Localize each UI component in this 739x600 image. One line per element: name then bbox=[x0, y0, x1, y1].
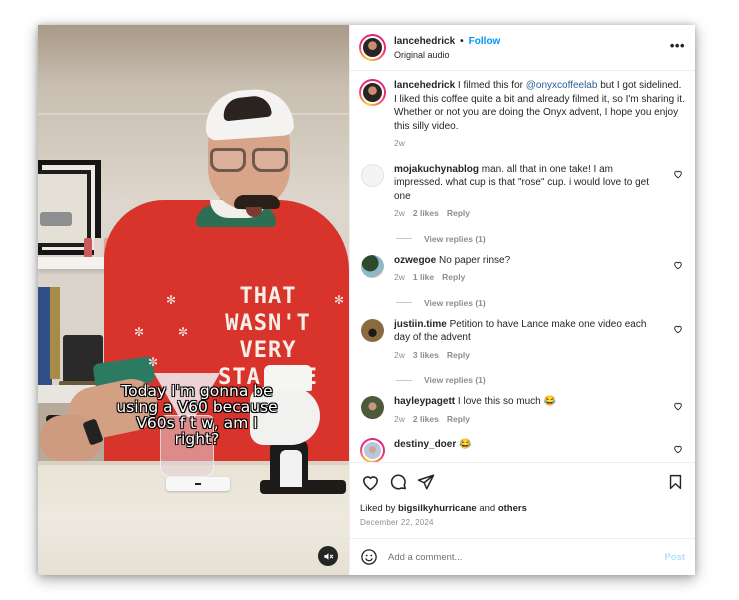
commenter-avatar[interactable] bbox=[361, 396, 384, 419]
comment-likes[interactable]: 2 likes bbox=[413, 207, 439, 221]
comment-item: justiin.time Petition to have Lance make… bbox=[359, 318, 685, 363]
heart-icon bbox=[362, 475, 378, 491]
comment-likes[interactable]: 2 likes bbox=[413, 413, 439, 427]
separator-dot: • bbox=[460, 35, 464, 47]
commenter-avatar[interactable] bbox=[361, 254, 384, 278]
comment-item: ozwegoe No paper rinse? 2w 1 like Reply bbox=[359, 254, 685, 285]
video-scale bbox=[166, 477, 230, 491]
liked-by-others[interactable]: others bbox=[498, 503, 527, 514]
reply-button[interactable]: Reply bbox=[442, 271, 465, 285]
follow-button[interactable]: Follow bbox=[469, 36, 501, 47]
post-comment-button[interactable]: Post bbox=[664, 552, 685, 563]
paper-plane-icon bbox=[417, 474, 435, 490]
post-caption: lancehedrick I filmed this for @onyxcoff… bbox=[359, 79, 685, 151]
view-replies-button[interactable]: View replies (1) bbox=[396, 234, 685, 244]
save-button[interactable] bbox=[665, 472, 685, 492]
reply-button[interactable]: Reply bbox=[447, 413, 470, 427]
video-subtitle: Today I'm gonna be using a V60 because V… bbox=[116, 382, 278, 448]
author-avatar[interactable] bbox=[359, 34, 386, 61]
caption-text-line2: Whether or not you are doing the Onyx ad… bbox=[394, 107, 679, 132]
bookmark-icon bbox=[669, 474, 681, 490]
add-comment-input[interactable] bbox=[388, 551, 665, 563]
speaker-muted-icon bbox=[323, 552, 333, 560]
liked-by-user[interactable]: bigsilkyhurricane bbox=[398, 503, 477, 514]
comment-time[interactable]: 2w bbox=[394, 349, 405, 363]
commenter-username[interactable]: mojakuchynablog bbox=[394, 164, 479, 175]
comment-item: destiny_doer 😂 bbox=[359, 438, 685, 462]
instagram-post-modal: THAT WASN'T VERY STA-B_E ✻ ✻ ✼ ✼ ✼ Today… bbox=[38, 25, 695, 575]
comment-text: 😂 bbox=[456, 439, 472, 450]
comment-item: mojakuchynablog man. all that in one tak… bbox=[359, 163, 685, 221]
reply-button[interactable]: Reply bbox=[447, 207, 470, 221]
post-video[interactable]: THAT WASN'T VERY STA-B_E ✻ ✻ ✼ ✼ ✼ Today… bbox=[38, 25, 349, 575]
add-comment-bar: Post bbox=[350, 538, 695, 575]
post-side-panel: lancehedrick • Follow Original audio •••… bbox=[349, 25, 695, 575]
comment-item: hayleypagett I love this so much 😂 2w 2 … bbox=[359, 395, 685, 426]
like-button[interactable] bbox=[360, 472, 380, 492]
like-comment-heart-icon[interactable] bbox=[673, 169, 683, 179]
like-comment-heart-icon[interactable] bbox=[673, 444, 683, 454]
author-username[interactable]: lancehedrick bbox=[394, 36, 455, 47]
comment-likes[interactable]: 1 like bbox=[413, 271, 434, 285]
comments-list[interactable]: lancehedrick I filmed this for @onyxcoff… bbox=[350, 71, 695, 462]
post-date[interactable]: December 22, 2024 bbox=[360, 518, 685, 527]
commenter-username[interactable]: justiin.time bbox=[394, 319, 447, 330]
video-person-glasses bbox=[210, 148, 292, 174]
comment-time[interactable]: 2w bbox=[394, 271, 405, 285]
caption-username[interactable]: lancehedrick bbox=[394, 80, 455, 91]
like-comment-heart-icon[interactable] bbox=[673, 324, 683, 334]
caption-text: I filmed this for bbox=[455, 80, 526, 91]
post-header: lancehedrick • Follow Original audio ••• bbox=[350, 25, 695, 71]
comment-text: I love this so much 😂 bbox=[455, 396, 556, 407]
mention-link[interactable]: @onyxcoffeelab bbox=[526, 80, 598, 91]
comment-bubble-icon bbox=[390, 474, 406, 489]
comment-time[interactable]: 2w bbox=[394, 413, 405, 427]
reply-button[interactable]: Reply bbox=[447, 349, 470, 363]
share-button[interactable] bbox=[416, 472, 436, 492]
commenter-avatar[interactable] bbox=[361, 163, 384, 187]
commenter-username[interactable]: ozwegoe bbox=[394, 255, 436, 266]
comment-text: No paper rinse? bbox=[436, 254, 511, 266]
mute-toggle-button[interactable] bbox=[318, 546, 338, 566]
post-actions: Liked by bigsilkyhurricane and others De… bbox=[350, 462, 695, 538]
caption-author-avatar[interactable] bbox=[359, 79, 386, 106]
comment-button[interactable] bbox=[388, 472, 408, 492]
emoji-picker-icon[interactable] bbox=[360, 548, 378, 566]
caption-time[interactable]: 2w bbox=[394, 137, 405, 151]
commenter-username[interactable]: hayleypagett bbox=[394, 396, 455, 407]
more-options-button[interactable]: ••• bbox=[670, 38, 685, 58]
commenter-avatar[interactable] bbox=[361, 318, 384, 342]
comment-time[interactable]: 2w bbox=[394, 207, 405, 221]
comment-likes[interactable]: 3 likes bbox=[413, 349, 439, 363]
commenter-avatar[interactable] bbox=[360, 438, 385, 462]
audio-link[interactable]: Original audio bbox=[394, 50, 670, 60]
like-comment-heart-icon[interactable] bbox=[673, 260, 683, 270]
like-comment-heart-icon[interactable] bbox=[673, 401, 683, 411]
view-replies-button[interactable]: View replies (1) bbox=[396, 375, 685, 385]
liked-by: Liked by bigsilkyhurricane and others bbox=[360, 503, 527, 514]
commenter-username[interactable]: destiny_doer bbox=[394, 439, 456, 450]
view-replies-button[interactable]: View replies (1) bbox=[396, 298, 685, 308]
